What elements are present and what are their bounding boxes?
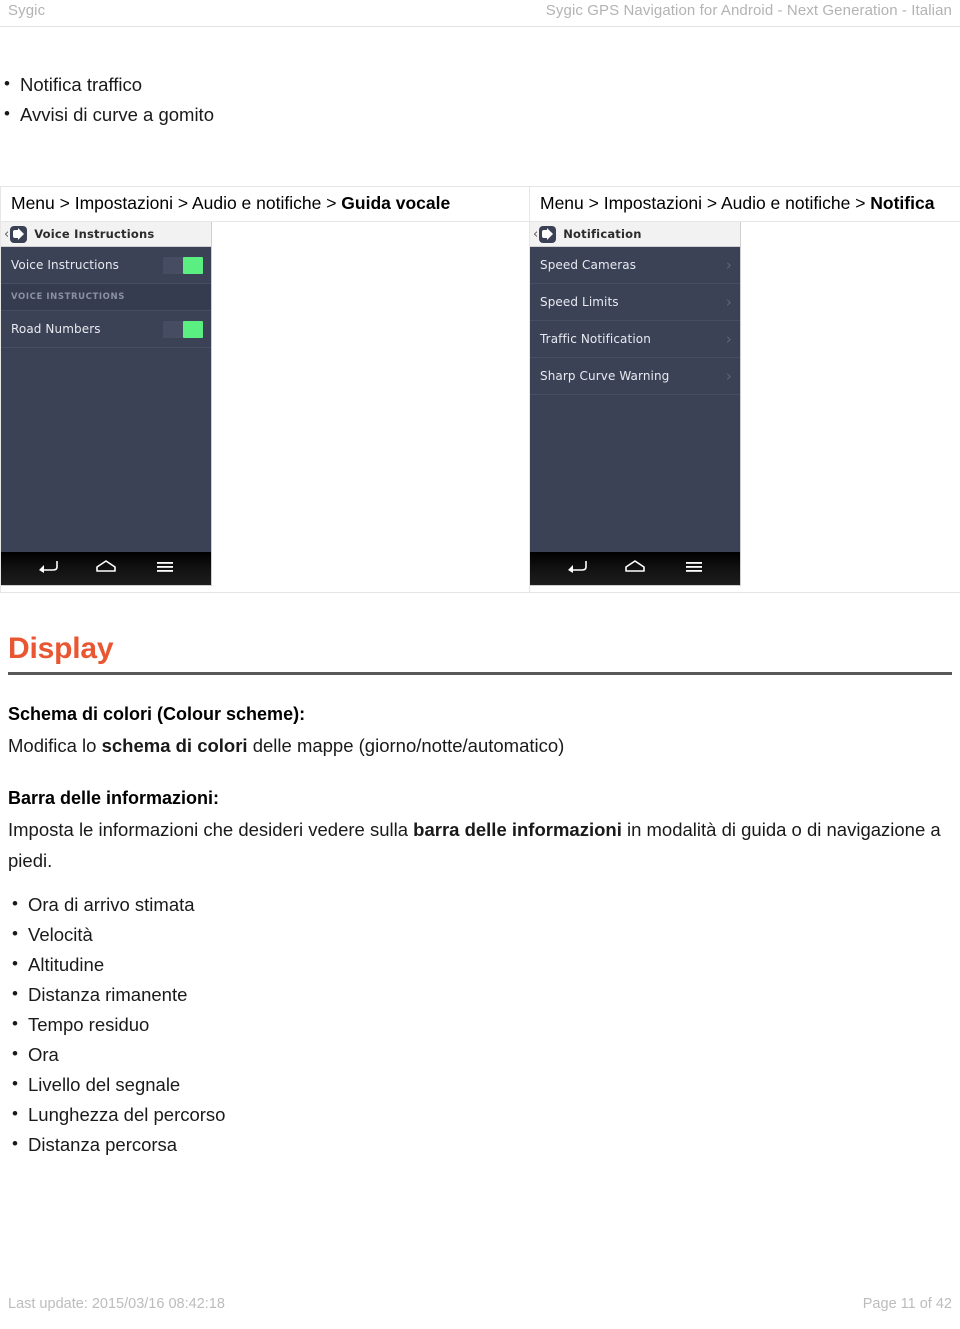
screenshot-caption-table: Menu > Impostazioni > Audio e notifiche … xyxy=(0,186,960,593)
breadcrumb-right-current: Notifica xyxy=(870,193,935,213)
colour-scheme-body: Modifica lo schema di colori delle mappe… xyxy=(8,730,952,761)
list-item: Ora di arrivo stimata xyxy=(8,889,952,920)
colour-scheme-text-bold: schema di colori xyxy=(101,735,248,756)
android-screenshot-notification: ‹ Notification Speed Cameras › Speed Lim… xyxy=(530,222,740,585)
phone-settings-list: Voice Instructions VOICE INSTRUCTIONS Ro… xyxy=(1,247,211,552)
screenshot-row: ‹ Voice Instructions Voice Instructions … xyxy=(0,221,960,593)
row-label: Sharp Curve Warning xyxy=(540,369,670,383)
info-bar-text-bold: barra delle informazioni xyxy=(413,819,622,840)
breadcrumb-left-path: Menu > Impostazioni > Audio e notifiche … xyxy=(11,193,342,213)
sygic-app-icon xyxy=(539,225,557,243)
row-label: Traffic Notification xyxy=(540,332,651,346)
toggle-switch-on[interactable] xyxy=(163,320,203,338)
settings-row-traffic-notification[interactable]: Traffic Notification › xyxy=(530,321,740,358)
footer-page-number: Page 11 of 42 xyxy=(862,1296,952,1312)
settings-row-voice-instructions[interactable]: Voice Instructions xyxy=(1,247,211,284)
caption-row: Menu > Impostazioni > Audio e notifiche … xyxy=(0,186,960,222)
back-chevron-icon[interactable]: ‹ xyxy=(4,228,9,241)
phone-title-bar: ‹ Voice Instructions xyxy=(1,222,211,247)
screenshot-cell-left: ‹ Voice Instructions Voice Instructions … xyxy=(0,221,530,593)
row-label: Speed Cameras xyxy=(540,258,637,272)
display-section: Display Schema di colori (Colour scheme)… xyxy=(0,632,960,1160)
phone-title-label: Voice Instructions xyxy=(34,227,155,241)
chevron-right-icon: › xyxy=(725,329,732,348)
home-icon[interactable] xyxy=(622,558,648,579)
list-item: Distanza percorsa xyxy=(8,1129,952,1160)
header-brand: Sygic xyxy=(8,2,46,19)
colour-scheme-text-2: delle mappe (giorno/notte/automatico) xyxy=(247,735,565,756)
settings-row-sharp-curve-warning[interactable]: Sharp Curve Warning › xyxy=(530,358,740,395)
list-item: Notifica traffico xyxy=(0,69,960,100)
top-bullet-list: Notifica traffico Avvisi di curve a gomi… xyxy=(0,69,960,130)
recents-icon[interactable] xyxy=(152,558,178,579)
list-item: Livello del segnale xyxy=(8,1069,952,1100)
android-navigation-bar xyxy=(1,552,211,585)
info-bar-heading: Barra delle informazioni: xyxy=(8,788,220,808)
back-chevron-icon[interactable]: ‹ xyxy=(533,228,538,241)
info-bar-items-list: Ora di arrivo stimata Velocità Altitudin… xyxy=(8,889,952,1160)
list-item: Lunghezza del percorso xyxy=(8,1099,952,1130)
row-label: Speed Limits xyxy=(540,295,619,309)
info-bar-body: Imposta le informazioni che desideri ved… xyxy=(8,814,952,876)
toggle-knob xyxy=(183,256,203,274)
row-label: Road Numbers xyxy=(11,322,101,336)
phone-settings-list: Speed Cameras › Speed Limits › Traffic N… xyxy=(530,247,740,552)
colour-scheme-heading: Schema di colori (Colour scheme): xyxy=(8,704,306,724)
breadcrumb-right: Menu > Impostazioni > Audio e notifiche … xyxy=(529,186,960,222)
settings-section-header: VOICE INSTRUCTIONS xyxy=(1,284,211,311)
page-header: Sygic Sygic GPS Navigation for Android -… xyxy=(0,0,960,26)
list-item: Distanza rimanente xyxy=(8,979,952,1010)
toggle-switch-on[interactable] xyxy=(163,256,203,274)
recents-icon[interactable] xyxy=(681,558,707,579)
chevron-right-icon: › xyxy=(725,366,732,385)
breadcrumb-left-current: Guida vocale xyxy=(341,193,451,213)
back-icon[interactable] xyxy=(34,558,60,579)
android-screenshot-voice-instructions: ‹ Voice Instructions Voice Instructions … xyxy=(1,222,211,585)
back-icon[interactable] xyxy=(563,558,589,579)
settings-row-speed-cameras[interactable]: Speed Cameras › xyxy=(530,247,740,284)
colour-scheme-text-1: Modifica lo xyxy=(8,735,102,756)
list-item: Altitudine xyxy=(8,949,952,980)
page-title: Display xyxy=(8,632,114,665)
header-document-title: Sygic GPS Navigation for Android - Next … xyxy=(545,2,952,19)
footer-last-update: Last update: 2015/03/16 08:42:18 xyxy=(8,1296,225,1312)
sygic-app-icon xyxy=(10,225,28,243)
document-content: Notifica traffico Avvisi di curve a gomi… xyxy=(0,69,960,1159)
settings-row-road-numbers[interactable]: Road Numbers xyxy=(1,311,211,348)
info-bar-text-1: Imposta le informazioni che desideri ved… xyxy=(8,819,414,840)
breadcrumb-left: Menu > Impostazioni > Audio e notifiche … xyxy=(0,186,530,222)
list-item: Ora xyxy=(8,1039,952,1070)
header-divider xyxy=(0,26,960,27)
chevron-right-icon: › xyxy=(725,292,732,311)
toggle-knob xyxy=(183,320,203,338)
section-divider xyxy=(8,672,952,675)
phone-title-label: Notification xyxy=(563,227,642,241)
breadcrumb-right-path: Menu > Impostazioni > Audio e notifiche … xyxy=(540,193,871,213)
chevron-right-icon: › xyxy=(725,255,732,274)
page-footer: Last update: 2015/03/16 08:42:18 Page 11… xyxy=(0,1287,960,1329)
row-label: Voice Instructions xyxy=(11,258,120,272)
settings-row-speed-limits[interactable]: Speed Limits › xyxy=(530,284,740,321)
list-item: Tempo residuo xyxy=(8,1009,952,1040)
phone-title-bar: ‹ Notification xyxy=(530,222,740,247)
home-icon[interactable] xyxy=(93,558,119,579)
list-item: Velocità xyxy=(8,919,952,950)
android-navigation-bar xyxy=(530,552,740,585)
list-item: Avvisi di curve a gomito xyxy=(0,99,960,130)
screenshot-cell-right: ‹ Notification Speed Cameras › Speed Lim… xyxy=(529,221,960,593)
